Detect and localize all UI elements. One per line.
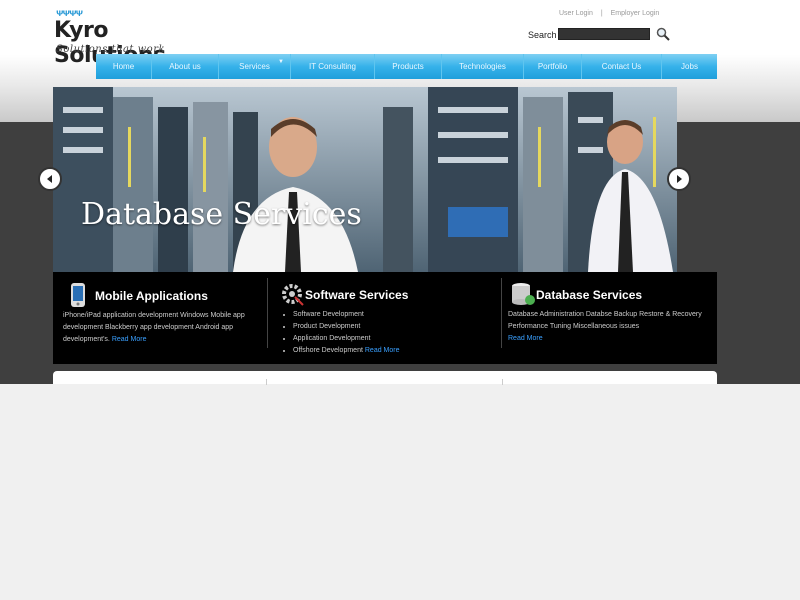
nav-technologies[interactable]: Technologies: [442, 54, 524, 79]
top-links: User Login | Employer Login: [556, 10, 662, 17]
nav-it-consulting[interactable]: IT Consulting: [291, 54, 375, 79]
nav-contact-us[interactable]: Contact Us: [582, 54, 662, 79]
nav-home[interactable]: Home: [96, 54, 152, 79]
service-text: iPhone/iPad application development Wind…: [63, 312, 245, 343]
list-item: Software Development: [293, 309, 498, 321]
arrow-right-icon: [677, 175, 682, 183]
content-card: [53, 371, 717, 384]
service-software-services: Software Services Software Development P…: [275, 272, 500, 364]
services-panel: Mobile Applications iPhone/iPad applicat…: [53, 272, 717, 364]
nav-label: Jobs: [681, 62, 698, 71]
main-nav: Home About us Services ▼ IT Consulting Pr…: [96, 54, 717, 79]
read-more-link[interactable]: Read More: [365, 347, 400, 354]
employer-login-link[interactable]: Employer Login: [611, 10, 660, 17]
link-separator: |: [600, 10, 603, 17]
service-title: Mobile Applications: [95, 289, 208, 303]
arrow-left-icon: [47, 175, 52, 183]
page-background: [0, 384, 800, 600]
slide-title: Database Services: [81, 197, 362, 232]
dropdown-caret-icon: ▼: [278, 59, 284, 65]
nav-services[interactable]: Services ▼: [219, 54, 291, 79]
nav-about-us[interactable]: About us: [152, 54, 219, 79]
hero-slider: Database Services: [53, 87, 677, 272]
bullet-text: Offshore Development: [293, 347, 363, 354]
nav-portfolio[interactable]: Portfolio: [524, 54, 582, 79]
nav-label: About us: [169, 62, 201, 71]
list-item: Application Development: [293, 333, 498, 345]
nav-label: IT Consulting: [309, 62, 356, 71]
phone-icon: [71, 283, 85, 307]
service-divider: [267, 278, 268, 348]
service-divider: [501, 278, 502, 348]
service-text: Database Administration Databse Backup R…: [508, 311, 702, 330]
server-room-photo: [53, 87, 677, 272]
service-description: iPhone/iPad application development Wind…: [63, 310, 268, 346]
slider-next-button[interactable]: [667, 167, 691, 191]
service-title: Software Services: [305, 288, 409, 302]
user-login-link[interactable]: User Login: [559, 10, 593, 17]
nav-label: Products: [392, 62, 424, 71]
nav-products[interactable]: Products: [375, 54, 442, 79]
read-more-link[interactable]: Read More: [112, 336, 147, 343]
nav-label: Portfolio: [537, 62, 568, 71]
search-input[interactable]: [558, 28, 650, 40]
read-more-link[interactable]: Read More: [508, 335, 543, 342]
service-description: Software Development Product Development…: [283, 309, 498, 357]
nav-label: Technologies: [459, 62, 506, 71]
nav-label: Home: [112, 62, 135, 71]
card-divider: [502, 379, 503, 385]
gear-icon: [282, 284, 304, 306]
search-label: Search: [528, 30, 557, 40]
service-mobile-applications: Mobile Applications iPhone/iPad applicat…: [53, 272, 267, 364]
database-icon: [512, 283, 535, 305]
list-item: Product Development: [293, 321, 498, 333]
service-title: Database Services: [536, 288, 643, 302]
nav-jobs[interactable]: Jobs: [662, 54, 717, 79]
nav-label: Contact Us: [601, 62, 642, 71]
site-logo[interactable]: ᴪᴪᴪᴪ Kyro Solutions Solutions that work: [54, 8, 224, 68]
list-item: Offshore Development Read More: [293, 345, 498, 357]
slider-prev-button[interactable]: [38, 167, 62, 191]
search-icon[interactable]: [656, 27, 670, 41]
service-bullet-list: Software Development Product Development…: [283, 309, 498, 357]
card-divider: [266, 379, 267, 385]
service-description: Database Administration Databse Backup R…: [508, 309, 708, 345]
service-database-services: Database Services Database Administratio…: [508, 272, 713, 364]
nav-label: Services: [239, 62, 270, 71]
